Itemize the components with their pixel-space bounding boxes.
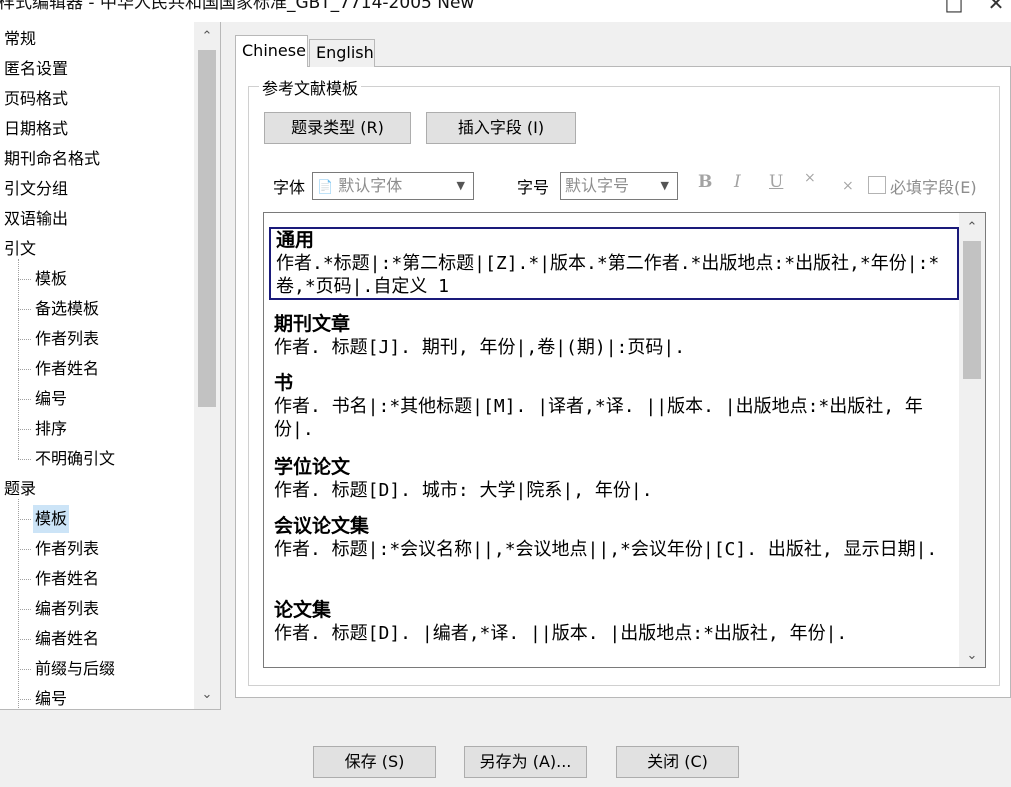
font-label: 字体 (273, 178, 306, 197)
font-value: 默认字体 (338, 176, 403, 195)
template-entry[interactable]: 期刊文章 作者. 标题[J]. 期刊, 年份|,卷|(期)|:页码|. (274, 313, 954, 359)
tree-child-node[interactable]: 编者姓名 (33, 625, 101, 653)
maximize-icon[interactable]: □ (939, 0, 969, 18)
tree-child-node[interactable]: 备选模板 (33, 295, 101, 323)
template-body: 作者. 标题[D]. |编者,*译. ||版本. |出版地点:*出版社, 年份|… (274, 623, 848, 644)
tree-node[interactable]: 双语输出 (4, 205, 68, 233)
save-button[interactable]: 保存 (S) (313, 746, 436, 778)
tree-scrollbar[interactable]: ⌃ ⌄ (194, 22, 220, 709)
required-field-checkbox[interactable] (868, 176, 886, 194)
scroll-thumb[interactable] (963, 241, 981, 379)
superscript-button[interactable]: × (804, 170, 816, 186)
scroll-down-icon[interactable]: ⌄ (959, 643, 985, 667)
tree-child-node[interactable]: 模板 (33, 265, 69, 293)
title-bar: 样式编辑器 - 中华人民共和国国家标准_GBT_7714-2005 New □ … (0, 0, 1011, 22)
tree-connector (18, 699, 31, 700)
scroll-thumb[interactable] (198, 50, 216, 407)
tree-child-node[interactable]: 作者列表 (33, 325, 101, 353)
template-entry[interactable]: 会议论文集 作者. 标题|:*会议名称||,*会议地点||,*会议年份|[C]. … (274, 515, 954, 561)
tree-connector (18, 459, 31, 460)
required-field-label: 必填字段(E) (890, 178, 977, 197)
template-entry[interactable]: 论文集 作者. 标题[D]. |编者,*译. ||版本. |出版地点:*出版社, … (274, 599, 954, 645)
tree-child-node[interactable]: 编号 (33, 385, 69, 413)
tree-connector (18, 579, 31, 580)
template-entry[interactable]: 书作者. 书名|:*其他标题|[M]. |译者,*译. ||版本. |出版地点:… (274, 372, 954, 441)
tree-connector (18, 609, 31, 610)
tree-connector (18, 549, 31, 550)
scroll-up-icon[interactable]: ⌃ (959, 215, 985, 241)
template-title: 书 (274, 372, 294, 394)
tree-child-node[interactable]: 作者列表 (33, 535, 101, 563)
tree-node[interactable]: 页码格式 (4, 85, 68, 113)
template-title: 学位论文 (274, 456, 351, 478)
template-editor[interactable]: ⌃ ⌄ 通用 作者.*标题|:*第二标题|[Z].*|版本.*第二作者.*出版地点… (263, 212, 986, 668)
tree-node[interactable]: 引文 (4, 235, 36, 263)
size-label: 字号 (517, 178, 550, 197)
scroll-down-icon[interactable]: ⌄ (194, 682, 220, 708)
underline-button[interactable]: U (769, 172, 783, 192)
tree-node[interactable]: 日期格式 (4, 115, 68, 143)
template-body: 作者. 标题[D]. 城市: 大学|院系|, 年份|. (274, 480, 653, 501)
ref-type-button[interactable]: 题录类型 (R) (264, 112, 411, 144)
tree-child-node[interactable]: 编者列表 (33, 595, 101, 623)
size-value: 默认字号 (565, 176, 630, 195)
tree-connector (18, 429, 31, 430)
chevron-down-icon: ▼ (660, 179, 669, 192)
template-body: 作者. 书名|:*其他标题|[M]. |译者,*译. ||版本. |出版地点:*… (274, 396, 923, 440)
close-icon[interactable]: ✕ (981, 0, 1011, 18)
italic-button[interactable]: I (734, 172, 741, 192)
insert-field-button[interactable]: 插入字段 (I) (426, 112, 576, 144)
tree-child-node[interactable]: 编号 (33, 685, 69, 709)
chevron-down-icon: ▼ (456, 179, 465, 192)
group-label: 参考文献模板 (259, 75, 362, 99)
tree-connector (18, 339, 31, 340)
template-body: 作者. 标题[J]. 期刊, 年份|,卷|(期)|:页码|. (274, 337, 686, 358)
tree-child-node[interactable]: 作者姓名 (33, 355, 101, 383)
font-icon: 📄 (317, 180, 334, 195)
window-title: 样式编辑器 - 中华人民共和国国家标准_GBT_7714-2005 New (0, 0, 475, 13)
tree-node[interactable]: 匿名设置 (4, 55, 68, 83)
template-title: 通用 (276, 229, 315, 251)
bold-button[interactable]: B (698, 172, 712, 192)
editor-scrollbar[interactable]: ⌃ ⌄ (959, 213, 985, 667)
tab-english[interactable]: English (309, 39, 375, 67)
tree-connector (18, 399, 31, 400)
tree-child-node[interactable]: 前缀与后缀 (33, 655, 117, 683)
tree-node[interactable]: 引文分组 (4, 175, 68, 203)
tree-node[interactable]: 题录 (4, 475, 36, 503)
tree-connector (18, 279, 31, 280)
tree-node[interactable]: 期刊命名格式 (4, 145, 100, 173)
navigation-tree[interactable]: ⌃ ⌄ 常规 匿名设置 页码格式 日期格式 期刊命名格式 引文分组 双语输出 引文 模板 备选模板… (0, 22, 221, 710)
save-as-button[interactable]: 另存为 (A)... (464, 746, 587, 778)
tree-connector (18, 369, 31, 370)
tree-node[interactable]: 常规 (4, 25, 36, 53)
tree-connector (18, 519, 31, 520)
template-entry[interactable]: 学位论文 作者. 标题[D]. 城市: 大学|院系|, 年份|. (274, 456, 954, 502)
tree-child-node[interactable]: 模板 (33, 505, 70, 533)
template-body: 作者.*标题|:*第二标题|[Z].*|版本.*第二作者.*出版地点:*出版社,… (276, 253, 940, 297)
scroll-up-icon[interactable]: ⌃ (194, 24, 220, 50)
template-title: 期刊文章 (274, 313, 351, 335)
template-title: 会议论文集 (274, 515, 370, 537)
tree-connector (18, 499, 19, 709)
template-title: 论文集 (274, 599, 332, 621)
size-select[interactable]: 默认字号 ▼ (560, 172, 678, 200)
tree-child-node[interactable]: 作者姓名 (33, 565, 101, 593)
close-button[interactable]: 关闭 (C) (616, 746, 739, 778)
template-entry[interactable]: 通用 作者.*标题|:*第二标题|[Z].*|版本.*第二作者.*出版地点:*出版… (269, 227, 959, 300)
tab-chinese[interactable]: Chinese (235, 35, 308, 67)
tree-connector (18, 669, 31, 670)
tree-child-node[interactable]: 排序 (33, 415, 69, 443)
tree-connector (18, 309, 31, 310)
template-body: 作者. 标题|:*会议名称||,*会议地点||,*会议年份|[C]. 出版社, … (274, 539, 938, 560)
subscript-button[interactable]: × (842, 178, 854, 194)
tree-connector (18, 639, 31, 640)
font-select[interactable]: 📄 默认字体 ▼ (312, 172, 474, 200)
tree-child-node[interactable]: 不明确引文 (33, 445, 117, 473)
tree-connector (18, 259, 19, 459)
